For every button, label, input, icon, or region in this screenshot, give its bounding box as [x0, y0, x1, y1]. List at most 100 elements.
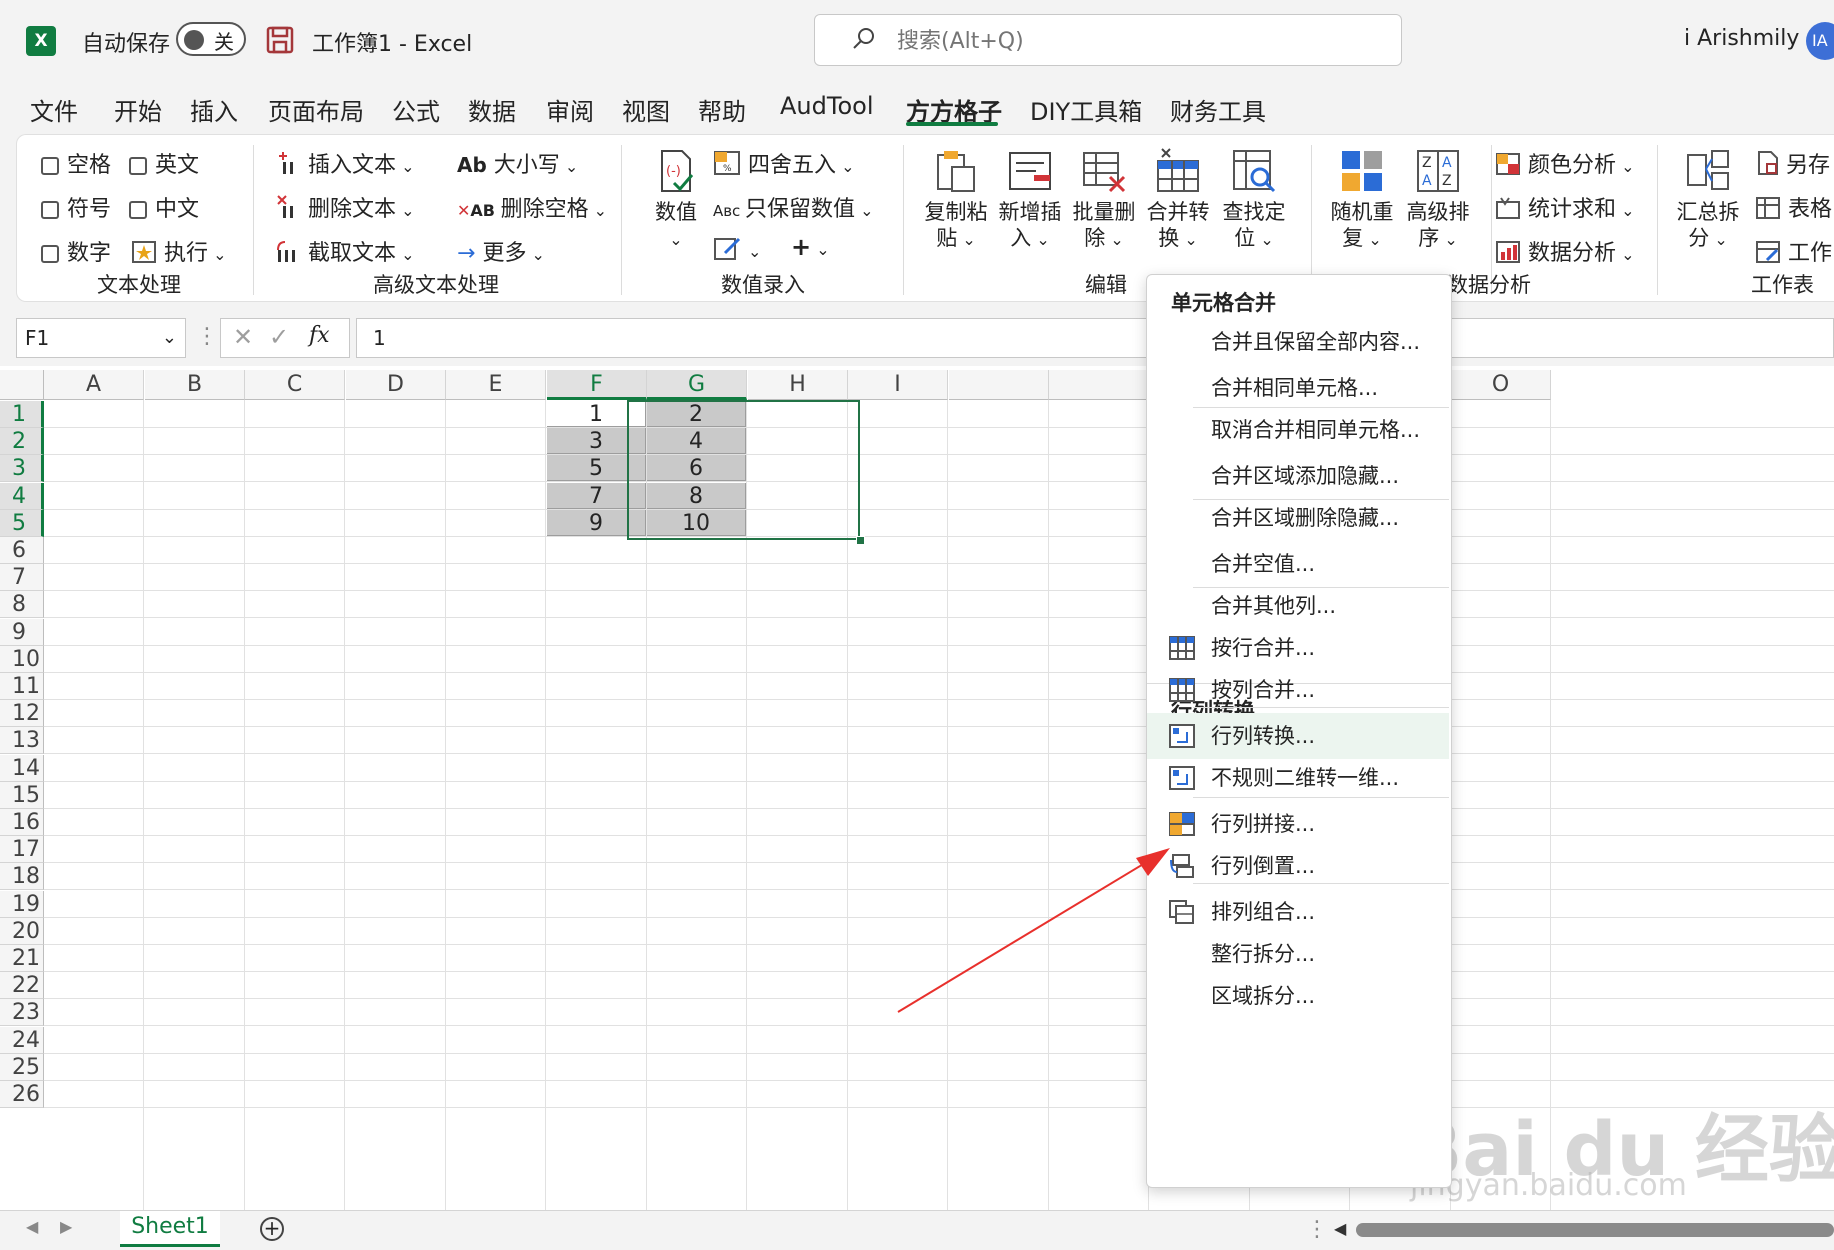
- plus-button[interactable]: + ⌄: [791, 233, 830, 261]
- row-header-6[interactable]: 6: [0, 537, 44, 564]
- row-header-22[interactable]: 22: [0, 972, 44, 999]
- insert-function-button[interactable]: fx: [309, 323, 330, 348]
- row-header-11[interactable]: 11: [0, 673, 44, 700]
- tab-view[interactable]: 视图: [622, 92, 670, 127]
- tab-diy-toolbox[interactable]: DIY工具箱: [1030, 92, 1142, 127]
- checkbox-space[interactable]: 空格: [41, 147, 111, 179]
- keep-values-button[interactable]: Aʙᴄ 只保留数值 ⌄: [713, 191, 874, 223]
- menu-item-rowcol-9[interactable]: 区域拆分...: [1147, 973, 1449, 1019]
- worksheet-button[interactable]: 工作: [1755, 235, 1832, 267]
- cell-f1[interactable]: 1: [547, 401, 646, 427]
- color-analysis-button[interactable]: 颜色分析 ⌄: [1495, 147, 1635, 179]
- row-header-3[interactable]: 3: [0, 455, 44, 482]
- value-button[interactable]: (-) 数值 ⌄: [641, 147, 711, 253]
- tab-file[interactable]: 文件: [30, 92, 78, 127]
- menu-item-rowcol-4[interactable]: 不规则二维转一维...: [1147, 755, 1449, 801]
- more-options-icon[interactable]: ⋮: [196, 324, 218, 349]
- row-header-16[interactable]: 16: [0, 809, 44, 836]
- merge-convert-button[interactable]: 合并转换 ⌄: [1143, 147, 1213, 253]
- formula-input[interactable]: 1: [356, 318, 1834, 358]
- row-header-12[interactable]: 12: [0, 700, 44, 727]
- more-button[interactable]: → 更多 ⌄: [457, 235, 545, 267]
- column-header-a[interactable]: A: [44, 370, 144, 400]
- menu-item-merge-1[interactable]: 合并且保留全部内容...: [1147, 319, 1449, 365]
- menu-item-merge-2[interactable]: 合并相同单元格...: [1147, 365, 1449, 411]
- row-header-1[interactable]: 1: [0, 401, 44, 428]
- avatar[interactable]: IA: [1806, 22, 1834, 60]
- select-all-corner[interactable]: [0, 370, 44, 400]
- table-button[interactable]: 表格: [1755, 191, 1832, 223]
- row-header-23[interactable]: 23: [0, 999, 44, 1026]
- tab-audtool[interactable]: AudTool: [780, 92, 873, 120]
- cell-f3[interactable]: 5: [547, 455, 646, 481]
- menu-item-rowcol-8[interactable]: 整行拆分...: [1147, 931, 1449, 977]
- tab-insert[interactable]: 插入: [190, 92, 238, 127]
- tab-page-layout[interactable]: 页面布局: [268, 92, 364, 127]
- column-header-g[interactable]: G: [647, 370, 747, 400]
- cell-g3[interactable]: 6: [647, 455, 746, 481]
- tab-help[interactable]: 帮助: [698, 92, 746, 127]
- cell-f2[interactable]: 3: [547, 428, 646, 454]
- tab-review[interactable]: 审阅: [546, 92, 594, 127]
- fill-handle[interactable]: [856, 536, 865, 545]
- sheet-tab-sheet1[interactable]: Sheet1: [120, 1211, 220, 1247]
- column-header-k[interactable]: [1049, 370, 1149, 400]
- menu-item-rowcol-5[interactable]: 行列拼接...: [1147, 801, 1449, 847]
- checkbox-english[interactable]: 英文: [129, 147, 199, 179]
- checkbox-chinese[interactable]: 中文: [129, 191, 199, 223]
- cell-g4[interactable]: 8: [647, 483, 746, 509]
- column-header-h[interactable]: H: [748, 370, 848, 400]
- row-header-8[interactable]: 8: [0, 591, 44, 618]
- menu-item-merge-5[interactable]: 合并区域删除隐藏...: [1147, 495, 1449, 541]
- menu-item-rowcol-1[interactable]: 按行合并...: [1147, 625, 1449, 671]
- checkbox-symbol[interactable]: 符号: [41, 191, 111, 223]
- scroll-left-icon[interactable]: ◀: [1334, 1219, 1346, 1238]
- data-analysis-button[interactable]: 数据分析 ⌄: [1495, 235, 1635, 267]
- row-header-9[interactable]: 9: [0, 619, 44, 646]
- confirm-icon[interactable]: ✓: [269, 323, 289, 351]
- sheet-next-icon[interactable]: ▶: [60, 1217, 72, 1236]
- row-header-5[interactable]: 5: [0, 510, 44, 537]
- delete-spaces-button[interactable]: ✕AB 删除空格 ⌄: [457, 191, 607, 223]
- advanced-sort-button[interactable]: ZAAZ 高级排序 ⌄: [1403, 147, 1473, 253]
- cell-f5[interactable]: 9: [547, 510, 646, 536]
- search-input[interactable]: [895, 23, 1379, 59]
- row-header-25[interactable]: 25: [0, 1054, 44, 1081]
- extract-text-button[interactable]: 截取文本 ⌄: [275, 235, 415, 267]
- menu-item-merge-7[interactable]: 合并其他列...: [1147, 583, 1449, 629]
- insert-text-button[interactable]: 插入文本 ⌄: [275, 147, 415, 179]
- cell-g1[interactable]: 2: [647, 401, 746, 427]
- case-button[interactable]: Ab 大小写 ⌄: [457, 147, 578, 179]
- horizontal-scrollbar[interactable]: [1356, 1223, 1834, 1237]
- cell-g5[interactable]: 10: [647, 510, 746, 536]
- execute-button[interactable]: 执行 ⌄: [131, 235, 227, 267]
- row-header-10[interactable]: 10: [0, 646, 44, 673]
- menu-item-merge-6[interactable]: 合并空值...: [1147, 541, 1449, 587]
- row-header-13[interactable]: 13: [0, 727, 44, 754]
- save-icon[interactable]: [266, 26, 294, 54]
- tab-formulas[interactable]: 公式: [392, 92, 440, 127]
- round-button[interactable]: % 四舍五入 ⌄: [713, 147, 855, 179]
- column-header-f[interactable]: F: [547, 370, 647, 400]
- menu-item-merge-4[interactable]: 合并区域添加隐藏...: [1147, 453, 1449, 499]
- column-header-b[interactable]: B: [145, 370, 245, 400]
- column-header-e[interactable]: E: [446, 370, 546, 400]
- column-header-i[interactable]: I: [848, 370, 948, 400]
- autosave-toggle[interactable]: 关: [176, 22, 246, 56]
- row-header-18[interactable]: 18: [0, 863, 44, 890]
- row-header-7[interactable]: 7: [0, 564, 44, 591]
- sheet-prev-icon[interactable]: ◀: [26, 1217, 38, 1236]
- row-header-24[interactable]: 24: [0, 1027, 44, 1054]
- column-header-d[interactable]: D: [346, 370, 446, 400]
- checkbox-number[interactable]: 数字: [41, 235, 111, 267]
- save-as-button[interactable]: 另存: [1755, 147, 1830, 179]
- column-header-j[interactable]: [949, 370, 1049, 400]
- add-insert-button[interactable]: 新增插入 ⌄: [995, 147, 1065, 253]
- cancel-icon[interactable]: ✕: [233, 323, 253, 351]
- batch-delete-button[interactable]: 批量删除 ⌄: [1069, 147, 1139, 253]
- delete-text-button[interactable]: 删除文本 ⌄: [275, 191, 415, 223]
- tab-home[interactable]: 开始: [114, 92, 162, 127]
- menu-item-rowcol-7[interactable]: 排列组合...: [1147, 889, 1449, 935]
- random-repeat-button[interactable]: 随机重复 ⌄: [1327, 147, 1397, 253]
- more-options-icon[interactable]: ⋮: [1306, 1217, 1328, 1242]
